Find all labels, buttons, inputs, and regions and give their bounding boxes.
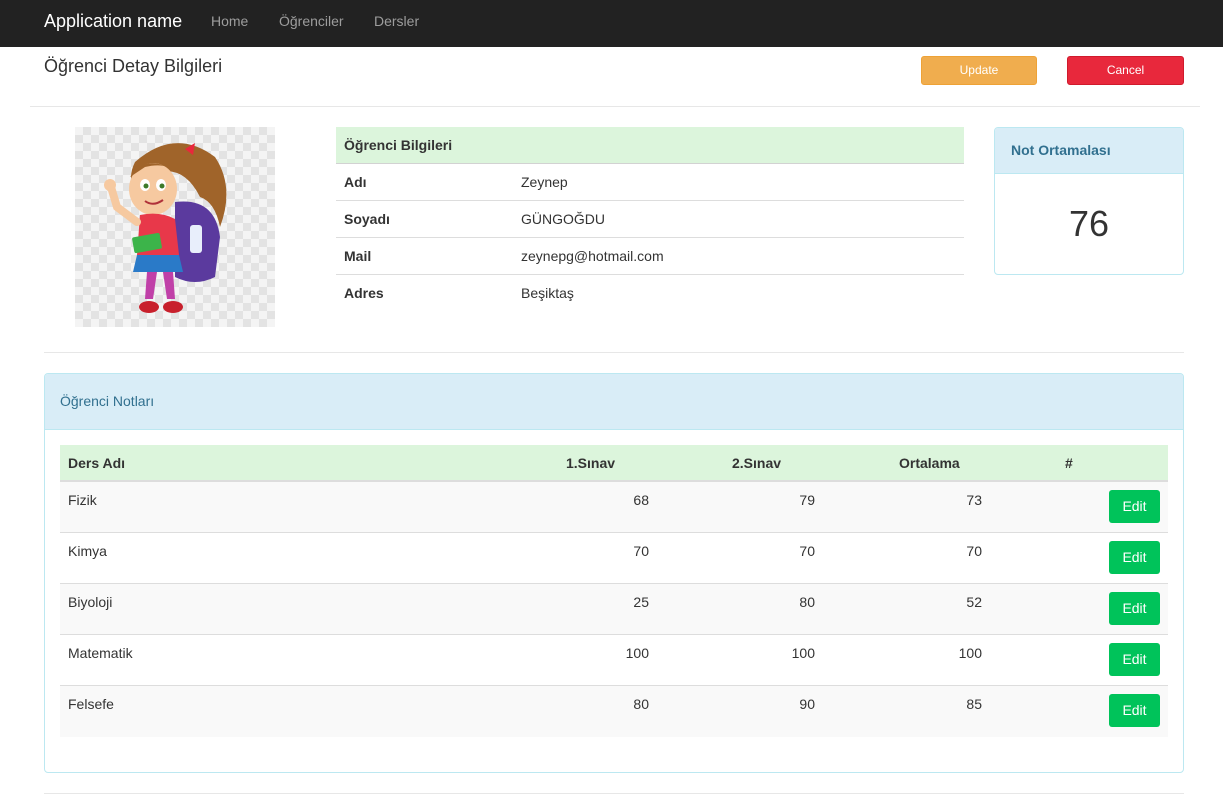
info-label: Soyadı (344, 211, 390, 227)
grades-panel: Öğrenci Notları Ders Adı 1.Sınav 2.Sınav… (44, 373, 1184, 773)
course-name: Fizik (68, 492, 97, 508)
nav-link-dersler[interactable]: Dersler (374, 13, 419, 30)
exam-2-score: 90 (799, 696, 815, 712)
edit-button[interactable]: Edit (1109, 643, 1160, 676)
exam-2-score: 80 (799, 594, 815, 610)
average-score: 73 (966, 492, 982, 508)
course-name: Felsefe (68, 696, 114, 712)
average-score: 52 (966, 594, 982, 610)
average-score: 100 (958, 645, 982, 661)
info-row-adi: Adı Zeynep (336, 164, 964, 201)
info-label: Adres (344, 285, 384, 301)
cancel-button[interactable]: Cancel (1067, 56, 1184, 85)
exam-2-score: 100 (791, 645, 815, 661)
average-panel: Not Ortamalası 76 (994, 127, 1184, 275)
column-header-actions: # (1065, 455, 1073, 471)
column-header-ortalama: Ortalama (899, 455, 960, 471)
exam-1-score: 68 (633, 492, 649, 508)
info-value: GÜNGOĞDU (521, 211, 605, 227)
info-value: Zeynep (521, 174, 568, 190)
info-row-adres: Adres Beşiktaş (336, 275, 964, 312)
course-name: Biyoloji (68, 594, 113, 610)
header-divider (30, 106, 1200, 107)
grades-table-header: Ders Adı 1.Sınav 2.Sınav Ortalama # (60, 445, 1168, 482)
update-button[interactable]: Update (921, 56, 1037, 85)
edit-button[interactable]: Edit (1109, 490, 1160, 523)
exam-2-score: 70 (799, 543, 815, 559)
table-row: Biyoloji 25 80 52 Edit (60, 584, 1168, 635)
section-divider (44, 352, 1184, 353)
student-cartoon-image (104, 143, 227, 313)
info-value: Beşiktaş (521, 285, 574, 301)
info-label: Mail (344, 248, 372, 264)
info-value: zeynepg@hotmail.com (521, 248, 664, 264)
average-score: 85 (966, 696, 982, 712)
exam-1-score: 25 (633, 594, 649, 610)
course-name: Kimya (68, 543, 107, 559)
average-panel-title: Not Ortamalası (995, 128, 1183, 174)
column-header-sinav-2: 2.Sınav (732, 455, 782, 471)
nav-link-home[interactable]: Home (211, 13, 248, 30)
table-row: Fizik 68 79 73 Edit (60, 482, 1168, 533)
exam-2-score: 79 (799, 492, 815, 508)
info-row-soyadi: Soyadı GÜNGOĞDU (336, 201, 964, 238)
average-score: 70 (966, 543, 982, 559)
navbar: Application name Home Öğrenciler Dersler (0, 0, 1223, 47)
column-header-ders-adi: Ders Adı (68, 455, 126, 471)
course-name: Matematik (68, 645, 133, 661)
column-header-sinav-1: 1.Sınav (566, 455, 616, 471)
grades-panel-title: Öğrenci Notları (45, 374, 1183, 430)
exam-1-score: 70 (633, 543, 649, 559)
student-info-header: Öğrenci Bilgileri (336, 127, 964, 164)
footer-divider (44, 793, 1184, 794)
exam-1-score: 100 (625, 645, 649, 661)
table-row: Matematik 100 100 100 Edit (60, 635, 1168, 686)
table-row: Felsefe 80 90 85 Edit (60, 686, 1168, 737)
student-avatar (75, 127, 275, 327)
page-title: Öğrenci Detay Bilgileri (44, 56, 223, 76)
info-row-mail: Mail zeynepg@hotmail.com (336, 238, 964, 275)
edit-button[interactable]: Edit (1109, 541, 1160, 574)
brand-link[interactable]: Application name (44, 10, 182, 32)
student-info-table: Öğrenci Bilgileri Adı Zeynep Soyadı GÜNG… (336, 127, 964, 312)
table-row: Kimya 70 70 70 Edit (60, 533, 1168, 584)
average-value: 76 (1068, 203, 1110, 244)
exam-1-score: 80 (633, 696, 649, 712)
nav-link-ogrenciler[interactable]: Öğrenciler (279, 13, 344, 30)
grades-table: Ders Adı 1.Sınav 2.Sınav Ortalama # Fizi… (60, 445, 1168, 737)
edit-button[interactable]: Edit (1109, 694, 1160, 727)
edit-button[interactable]: Edit (1109, 592, 1160, 625)
info-label: Adı (344, 174, 367, 190)
